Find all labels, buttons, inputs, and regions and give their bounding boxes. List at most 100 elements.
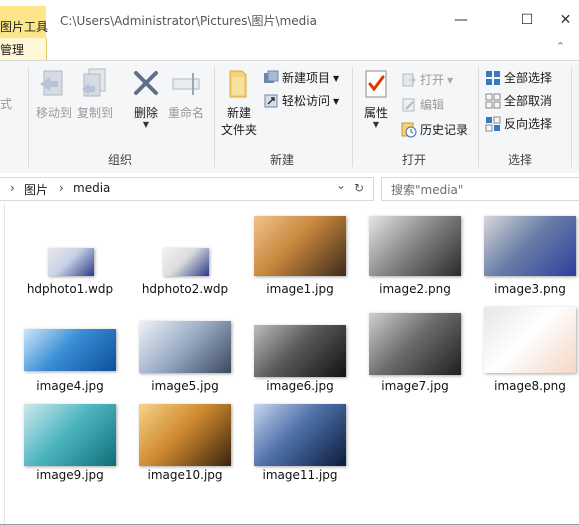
title-bar: 图片工具 C:\Users\Administrator\Pictures\图片\… [0, 0, 579, 38]
select-group-label: 选择 [508, 153, 533, 167]
file-thumbnail [254, 216, 346, 276]
open-button[interactable]: 打开 ▼ [401, 71, 453, 91]
move-to-button[interactable]: 移动到 [33, 67, 75, 121]
minimize-button[interactable]: — [438, 6, 484, 34]
file-name: image7.jpg [381, 379, 449, 393]
file-item[interactable]: image7.jpg [359, 301, 471, 393]
refresh-icon[interactable]: ↻ [354, 181, 364, 195]
history-button[interactable]: 历史记录 [401, 121, 468, 141]
file-thumbnail [254, 404, 346, 466]
breadcrumb-media[interactable]: media [73, 181, 110, 195]
group-separator [352, 67, 353, 167]
open-icon [402, 73, 416, 86]
delete-dropdown-icon[interactable]: ▼ [126, 121, 166, 129]
file-name: hdphoto1.wdp [26, 282, 114, 296]
new-item-icon [264, 70, 279, 83]
open-dropdown-icon: ▼ [447, 76, 454, 85]
window-title: C:\Users\Administrator\Pictures\图片\media [60, 14, 317, 28]
file-thumbnail [24, 404, 116, 466]
delete-icon [134, 71, 158, 95]
file-thumbnail [254, 325, 346, 377]
properties-dropdown-icon[interactable]: ▼ [357, 121, 395, 129]
group-separator [478, 67, 479, 167]
file-name: image11.jpg [262, 468, 338, 482]
new-item-button[interactable]: 新建项目 ▼ [263, 69, 339, 89]
copy-to-icon [82, 68, 106, 97]
address-row: › 图片 › media ⌄ ↻ 搜索"media" [0, 173, 579, 203]
file-thumbnail [139, 321, 231, 373]
new-folder-icon [229, 70, 247, 98]
file-thumbnail [484, 216, 576, 276]
rename-icon [172, 73, 200, 95]
organize-group-label: 组织 [108, 153, 133, 167]
file-list: hdphoto1.wdp hdphoto2.wdp image1.jpg image2… [0, 204, 579, 524]
easy-access-button[interactable]: 轻松访问 ▼ [263, 92, 339, 112]
file-item[interactable]: image5.jpg [129, 301, 241, 393]
properties-button[interactable]: 属性 ▼ [357, 67, 395, 129]
properties-icon [365, 70, 387, 98]
file-name: image9.jpg [36, 468, 104, 482]
new-folder-button[interactable]: 新建 文件夹 [218, 67, 260, 138]
search-placeholder: 搜索"media" [391, 183, 464, 197]
file-thumbnail [163, 248, 209, 276]
file-item[interactable]: image11.jpg [244, 390, 356, 482]
file-item[interactable]: image2.png [359, 204, 471, 296]
minimize-icon: — [454, 12, 468, 28]
group-separator [571, 67, 572, 167]
navigation-pane-edge [0, 204, 5, 524]
easy-access-dropdown-icon: ▼ [333, 97, 340, 106]
select-none-button[interactable]: 全部取消 [485, 92, 552, 112]
file-item[interactable]: image1.jpg [244, 204, 356, 296]
file-thumbnail [369, 313, 461, 375]
partial-button-label[interactable]: 式 [0, 95, 12, 112]
edit-icon [402, 98, 415, 111]
history-icon [401, 122, 417, 137]
address-dropdown-icon[interactable]: ⌄ [336, 178, 346, 192]
maximize-icon: ☐ [520, 12, 534, 28]
breadcrumb-arrow-icon[interactable]: › [59, 181, 64, 195]
file-name: image8.png [494, 379, 566, 393]
tab-manage[interactable]: 管理 [0, 38, 47, 60]
move-to-icon [40, 70, 63, 96]
rename-button[interactable]: 重命名 [165, 67, 207, 121]
breadcrumb-arrow-icon[interactable]: › [10, 181, 15, 195]
file-item[interactable]: image3.png [474, 204, 579, 296]
select-all-icon [486, 70, 500, 85]
tab-manage-label: 管理 [0, 43, 25, 57]
delete-button[interactable]: 删除 ▼ [126, 67, 166, 129]
edit-button[interactable]: 编辑 [401, 96, 444, 116]
window: 图片工具 C:\Users\Administrator\Pictures\图片\… [0, 0, 579, 525]
file-name: hdphoto2.wdp [141, 282, 229, 296]
picture-tools-label: 图片工具 [0, 20, 49, 34]
select-all-button[interactable]: 全部选择 [485, 69, 552, 89]
breadcrumb-pictures[interactable]: 图片 [24, 181, 48, 198]
file-name: image10.jpg [147, 468, 223, 482]
file-thumbnail [369, 216, 461, 276]
file-item[interactable]: image8.png [474, 301, 579, 393]
search-input[interactable]: 搜索"media" [381, 177, 579, 201]
address-bar[interactable]: › 图片 › media ⌄ ↻ [0, 177, 374, 201]
group-separator [28, 67, 29, 167]
collapse-ribbon-icon[interactable]: ⌃ [556, 40, 565, 53]
close-button[interactable]: ✕ [552, 6, 579, 34]
file-name: image1.jpg [266, 282, 334, 296]
file-thumbnail [48, 248, 94, 276]
invert-selection-icon [485, 116, 501, 131]
invert-selection-button[interactable]: 反向选择 [485, 115, 552, 135]
file-item[interactable]: hdphoto1.wdp [14, 204, 126, 296]
file-item[interactable]: image9.jpg [14, 390, 126, 482]
file-item[interactable]: image6.jpg [244, 301, 356, 393]
file-thumbnail [484, 307, 576, 373]
file-name: image2.png [379, 282, 451, 296]
file-item[interactable]: hdphoto2.wdp [129, 204, 241, 296]
picture-tools-context-tab[interactable]: 图片工具 [0, 6, 49, 38]
file-item[interactable]: image4.jpg [14, 301, 126, 393]
file-name: image3.png [494, 282, 566, 296]
file-thumbnail [139, 404, 231, 466]
maximize-button[interactable]: ☐ [504, 6, 550, 34]
open-group-label: 打开 [402, 153, 427, 167]
file-item[interactable]: image10.jpg [129, 390, 241, 482]
copy-to-button[interactable]: 复制到 [74, 67, 116, 121]
file-thumbnail [24, 329, 116, 371]
close-icon: ✕ [559, 12, 572, 28]
